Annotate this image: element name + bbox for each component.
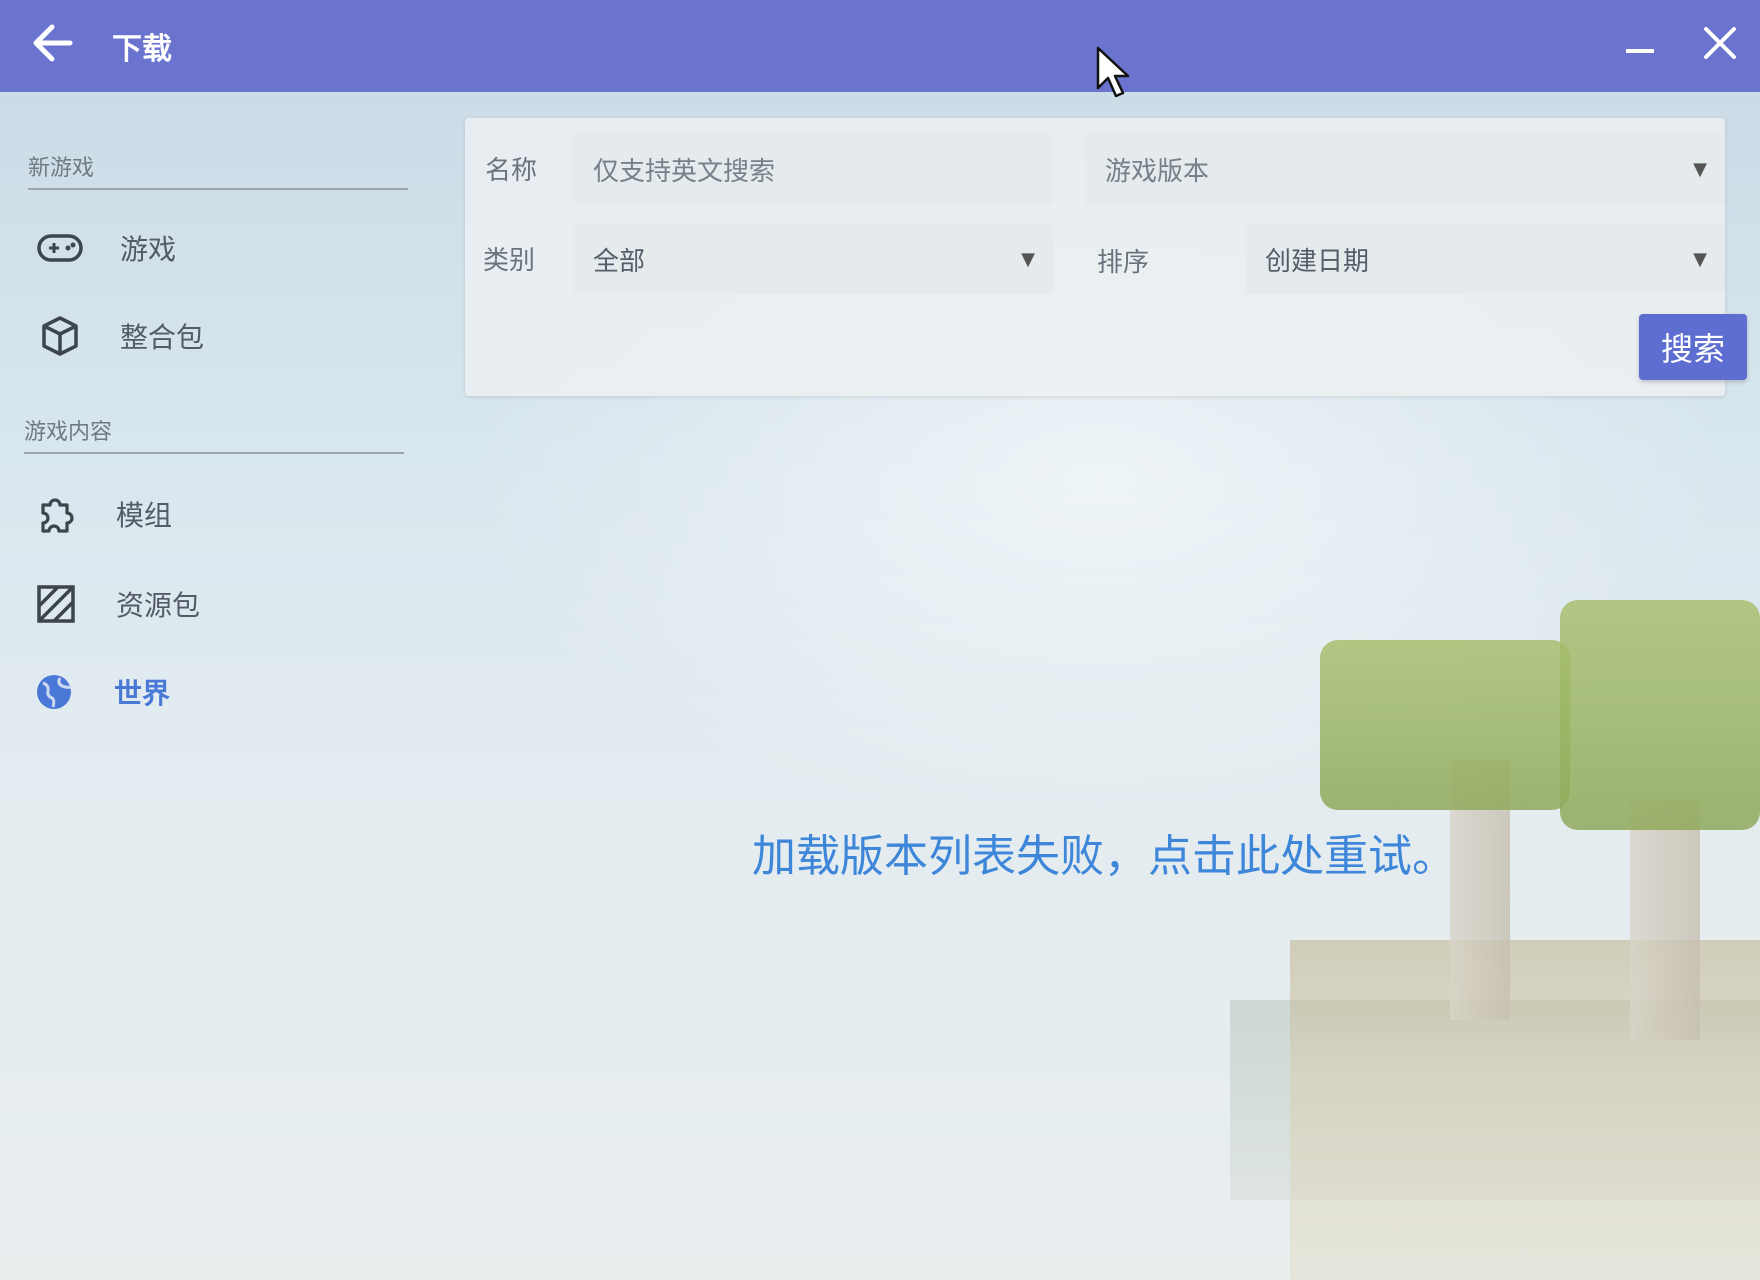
section-heading-game-content: 游戏内容 — [24, 414, 404, 454]
mouse-pointer-icon — [1096, 46, 1132, 104]
sidebar-item-label: 资源包 — [116, 589, 201, 622]
chevron-down-icon: ▼ — [1693, 248, 1707, 270]
sidebar-item-modpack[interactable]: 整合包 — [30, 306, 390, 366]
title-bar: 下载 — [0, 0, 1760, 92]
sidebar-item-label: 整合包 — [120, 321, 205, 354]
category-value: 全部 — [593, 246, 646, 277]
tree-trunk — [1630, 800, 1700, 1040]
sort-label: 排序 — [1097, 248, 1150, 278]
load-error-retry-link[interactable]: 加载版本列表失败，点击此处重试。 — [752, 820, 1456, 884]
sidebar-item-worlds[interactable]: 世界 — [24, 662, 384, 722]
sidebar-item-resourcepacks[interactable]: 资源包 — [26, 574, 386, 634]
background-water — [1230, 1000, 1760, 1200]
texture-icon — [26, 579, 86, 629]
arrow-left-icon[interactable] — [30, 23, 90, 70]
name-label: 名称 — [485, 156, 538, 186]
minimize-icon[interactable] — [1610, 21, 1670, 71]
category-label: 类别 — [483, 246, 536, 276]
sidebar-item-label: 模组 — [116, 499, 173, 532]
game-version-placeholder: 游戏版本 — [1105, 156, 1210, 187]
puzzle-icon — [26, 489, 86, 539]
tree-canopy — [1320, 640, 1570, 810]
sidebar-item-mods[interactable]: 模组 — [26, 484, 386, 544]
name-search-placeholder: 仅支持英文搜索 — [593, 156, 776, 187]
chevron-down-icon: ▼ — [1021, 248, 1035, 270]
game-version-select[interactable]: 游戏版本 ▼ — [1085, 134, 1725, 204]
sidebar: 新游戏 游戏 整合包 游戏内容 模组 资源包 世界 — [0, 92, 420, 1280]
background-ground — [1290, 940, 1760, 1280]
sidebar-item-label: 游戏 — [120, 233, 177, 266]
category-select[interactable]: 全部 ▼ — [573, 224, 1053, 294]
gamepad-icon — [30, 223, 90, 273]
search-button[interactable]: 搜索 — [1639, 314, 1747, 380]
tree-trunk — [1450, 760, 1510, 1020]
close-icon[interactable] — [1690, 21, 1750, 72]
cube-icon — [30, 311, 90, 361]
name-search-input[interactable]: 仅支持英文搜索 — [573, 134, 1053, 204]
sidebar-item-label: 世界 — [114, 677, 171, 710]
search-panel: 名称 仅支持英文搜索 游戏版本 ▼ 类别 全部 ▼ 排序 创建日期 ▼ 搜索 — [465, 118, 1747, 396]
window-title: 下载 — [112, 32, 172, 67]
tree-canopy — [1560, 600, 1760, 830]
section-heading-new-game: 新游戏 — [28, 150, 408, 190]
sort-value: 创建日期 — [1265, 246, 1370, 277]
chevron-down-icon: ▼ — [1693, 158, 1707, 180]
globe-icon — [24, 667, 84, 717]
sidebar-item-game[interactable]: 游戏 — [30, 218, 390, 278]
background-scenery — [1230, 560, 1760, 1280]
sort-select[interactable]: 创建日期 ▼ — [1245, 224, 1725, 294]
